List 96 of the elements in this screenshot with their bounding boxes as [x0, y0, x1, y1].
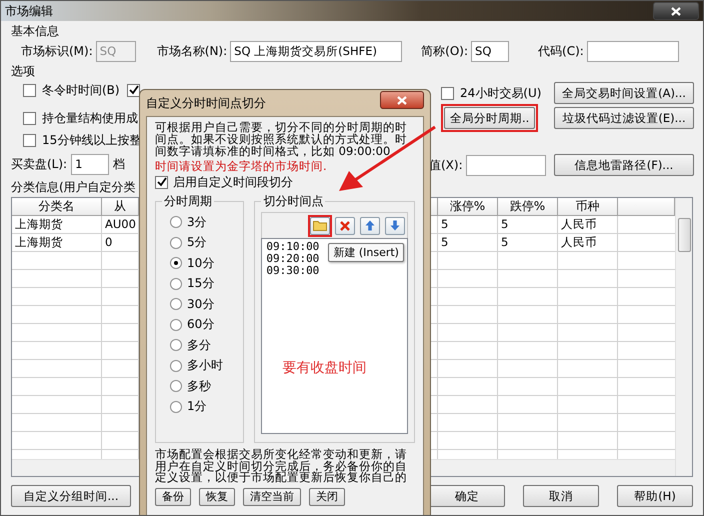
- column-header[interactable]: 涨停%: [438, 198, 498, 216]
- window-title: 市场编辑: [5, 2, 53, 20]
- move-down-button[interactable]: [385, 216, 405, 234]
- radio-button[interactable]: [170, 360, 182, 372]
- field-label: 市场标识(M):: [21, 42, 93, 60]
- dialog-button[interactable]: 备份: [155, 488, 191, 506]
- dialog-button[interactable]: 恢复: [199, 488, 235, 506]
- input-field[interactable]: SQ 上海期货交易所(SHFE): [230, 40, 402, 62]
- radio-label: 3分: [187, 214, 207, 231]
- close-button[interactable]: [380, 91, 424, 109]
- settings-button[interactable]: 信息地雷路径(F)...: [554, 154, 694, 176]
- section-title: 分类信息(用户自定分类: [11, 179, 136, 195]
- folder-icon: [313, 220, 327, 231]
- input-field[interactable]: 1: [71, 154, 110, 174]
- warning-text: 时间请设置为金字塔的市场时间.: [155, 159, 327, 173]
- radio-label: 10分: [187, 254, 214, 272]
- radio-button[interactable]: [170, 236, 182, 249]
- dialog-button[interactable]: 确定: [429, 485, 505, 507]
- field-label: 档: [113, 156, 126, 172]
- radio-button[interactable]: [170, 278, 182, 290]
- radio-button[interactable]: [170, 380, 182, 392]
- checkbox[interactable]: [155, 176, 168, 188]
- down-arrow-icon: [390, 220, 400, 231]
- section-title: 选项: [11, 63, 35, 79]
- custom-group-time-button[interactable]: 自定义分组时间...: [11, 485, 131, 507]
- close-icon: [671, 6, 681, 16]
- table-cell-text: 5: [500, 234, 510, 251]
- settings-button[interactable]: 全局分时周期..: [444, 107, 536, 129]
- input-field[interactable]: [586, 40, 679, 62]
- dialog-button[interactable]: 关闭: [309, 488, 345, 506]
- field-label: 市场名称(N):: [156, 42, 228, 60]
- input-field[interactable]: [466, 154, 546, 176]
- checkbox[interactable]: [23, 84, 36, 96]
- group-title: 切分时间点: [262, 193, 324, 210]
- list-item[interactable]: 09:20:00: [266, 253, 320, 265]
- radio-button[interactable]: [170, 257, 182, 270]
- radio-label: 多小时: [187, 357, 223, 374]
- table-cell-text: 5: [440, 216, 450, 233]
- annotation-text: 要有收盘时间: [282, 359, 366, 377]
- radio-label: 30分: [187, 296, 214, 313]
- table-cell-text: 上海期货: [14, 234, 64, 251]
- list-item[interactable]: 09:30:00: [266, 265, 320, 277]
- radio-button[interactable]: [170, 216, 182, 228]
- close-icon: [397, 96, 407, 104]
- up-arrow-icon: [365, 220, 375, 231]
- group-title: 分时周期: [163, 193, 213, 210]
- column-header[interactable]: 分类名: [12, 198, 102, 216]
- dialog-button[interactable]: 帮助(H): [617, 485, 693, 507]
- checkbox-label: 持仓量结构使用成: [42, 110, 138, 126]
- delete-button[interactable]: [335, 216, 355, 234]
- close-button[interactable]: [653, 2, 699, 20]
- field-label: 代码(C):: [538, 42, 584, 60]
- section-title: 基本信息: [11, 23, 59, 39]
- checkbox[interactable]: [23, 112, 36, 124]
- dialog-title: 自定义分时时间点切分: [146, 94, 266, 112]
- settings-button[interactable]: 垃圾代码过滤设置(E)...: [554, 107, 694, 129]
- radio-button[interactable]: [170, 298, 182, 310]
- note-text: 市场配置会根据交易所变化经常变动和更新，请用户在自定义时间切分完成后，务必备份你的自定义设置，以便于市场配置更新后恢复你自己的: [155, 449, 408, 484]
- checkbox-label: 启用自定义时间段切分: [173, 174, 293, 190]
- field-label: 买卖盘(L):: [11, 156, 68, 172]
- delete-icon: [340, 220, 350, 230]
- column-header[interactable]: 币种: [558, 198, 618, 216]
- table-cell-text: 人民币: [560, 216, 598, 233]
- table-cell-text: 上海期货: [14, 216, 64, 233]
- radio-button[interactable]: [170, 400, 182, 413]
- column-header[interactable]: 从: [102, 198, 139, 216]
- radio-button[interactable]: [170, 339, 182, 352]
- table-cell-text: AU00: [104, 216, 137, 233]
- checkbox[interactable]: [23, 134, 36, 146]
- checkbox-label: 24小时交易(U): [460, 84, 542, 102]
- column-header[interactable]: 跌停%: [498, 198, 558, 216]
- dialog-button[interactable]: 取消: [523, 485, 599, 507]
- tooltip: 新建 (Insert): [328, 243, 404, 262]
- checkbox[interactable]: [441, 86, 454, 100]
- input-field[interactable]: SQ: [471, 40, 510, 62]
- checkbox[interactable]: [127, 84, 140, 96]
- table-cell-text: 5: [500, 216, 510, 233]
- radio-label: 5分: [187, 234, 207, 252]
- table-cell-text: 5: [440, 234, 450, 251]
- checkbox-label: 冬令时时间(B): [42, 82, 120, 98]
- table-cell-text: 人民币: [560, 234, 598, 251]
- list-item[interactable]: 09:10:00: [266, 241, 320, 253]
- table-cell-text: 0: [104, 234, 114, 251]
- radio-label: 多分: [187, 336, 211, 354]
- move-up-button[interactable]: [360, 216, 380, 234]
- intro-text: 可根据用户自己需要，切分不同的分时周期的时间点。如果不设则按照系统默认的方式处理。时间数字请填标准的时间格式，比如 09:00:00: [155, 121, 408, 157]
- radio-label: 60分: [187, 316, 214, 334]
- column-header: [618, 198, 675, 216]
- radio-label: 1分: [187, 398, 207, 416]
- radio-label: 多秒: [187, 378, 211, 395]
- radio-label: 15分: [187, 275, 214, 292]
- radio-button[interactable]: [170, 318, 182, 331]
- vertical-scrollbar[interactable]: [675, 198, 692, 476]
- settings-button[interactable]: 全局交易时间设置(A)...: [554, 82, 694, 104]
- field-label: 简称(O):: [421, 42, 468, 60]
- dialog-button[interactable]: 清空当前: [243, 488, 301, 506]
